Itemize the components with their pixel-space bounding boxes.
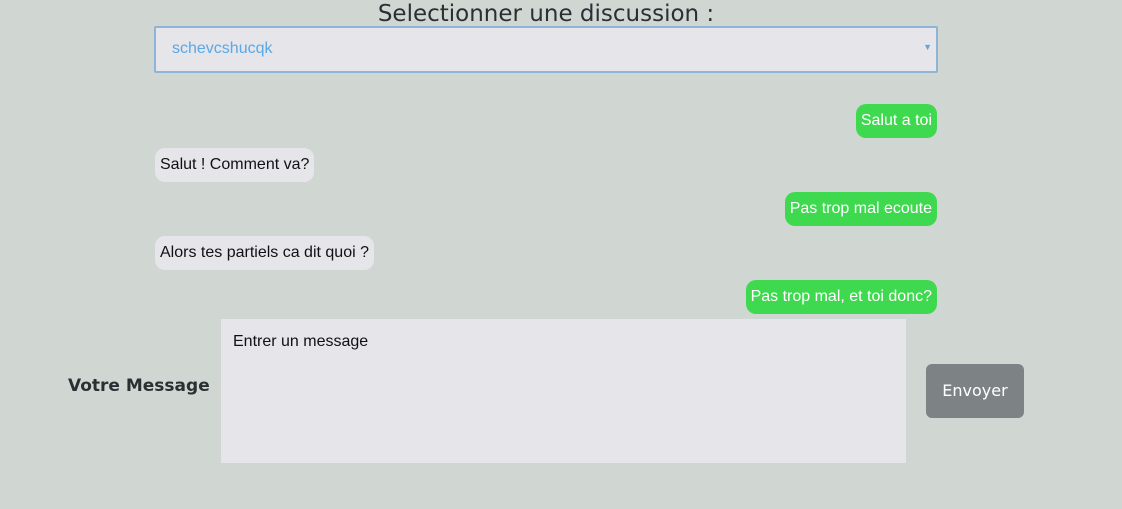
message-list: Salut a toi Salut ! Comment va? Pas trop… [155,104,937,324]
discussion-select[interactable]: schevcshucqk ▼ [154,26,938,73]
chevron-down-icon[interactable]: ▼ [923,42,932,52]
message-bubble-sent: Salut a toi [855,104,937,138]
message-row-sent: Pas trop mal, et toi donc? [155,280,937,314]
message-label: Votre Message [68,376,210,396]
message-row-sent: Pas trop mal ecoute [155,192,937,226]
message-row-received: Salut ! Comment va? [155,148,937,182]
page-title: Selectionner une discussion : [377,1,715,27]
message-bubble-received: Alors tes partiels ca dit quoi ? [155,236,374,270]
message-row-sent: Salut a toi [155,104,937,138]
message-bubble-sent: Pas trop mal ecoute [784,192,937,226]
message-bubble-received: Salut ! Comment va? [155,148,315,182]
send-button[interactable]: Envoyer [926,364,1024,418]
message-row-received: Alors tes partiels ca dit quoi ? [155,236,937,270]
chat-page: Selectionner une discussion : schevcshuc… [0,0,1122,509]
message-bubble-sent: Pas trop mal, et toi donc? [745,280,937,314]
message-input[interactable]: Entrer un message [221,319,906,463]
discussion-select-value: schevcshucqk [172,40,273,57]
